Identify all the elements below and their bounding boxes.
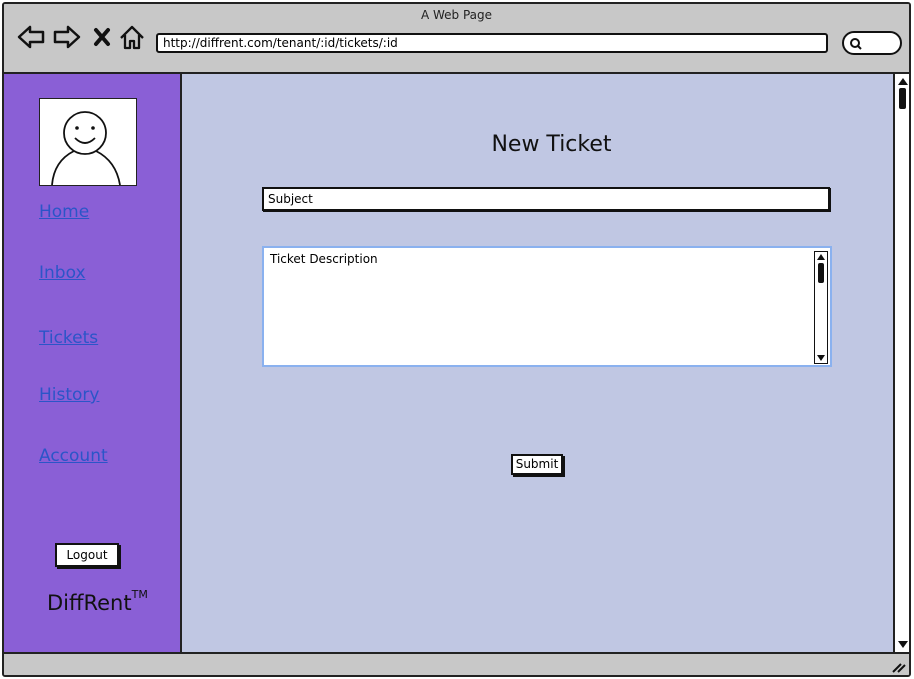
sidebar-item-inbox[interactable]: Inbox xyxy=(39,263,86,283)
back-arrow-icon[interactable] xyxy=(16,22,46,52)
browser-window: A Web Page http://diffrent.com/tenant/:i… xyxy=(2,2,911,677)
brand-logo: DiffRentTM xyxy=(47,588,148,615)
user-avatar-icon xyxy=(39,98,137,186)
status-bar xyxy=(4,652,909,675)
scroll-down-arrow-icon[interactable] xyxy=(817,355,825,361)
browser-toolbar: A Web Page http://diffrent.com/tenant/:i… xyxy=(4,4,909,74)
browser-search-box[interactable] xyxy=(842,31,902,55)
resize-grip-icon[interactable] xyxy=(891,659,907,673)
logout-button[interactable]: Logout xyxy=(55,543,119,567)
sidebar: Home Inbox Tickets History Account Logou… xyxy=(4,74,182,652)
subject-input[interactable]: Subject xyxy=(262,187,830,211)
address-bar[interactable]: http://diffrent.com/tenant/:id/tickets/:… xyxy=(156,33,828,53)
ticket-description-textarea[interactable]: Ticket Description xyxy=(262,246,832,367)
submit-button[interactable]: Submit xyxy=(511,454,563,475)
page-scrollbar[interactable] xyxy=(893,74,909,652)
forward-arrow-icon[interactable] xyxy=(52,22,82,52)
scroll-up-arrow-icon[interactable] xyxy=(817,254,825,260)
sidebar-item-home[interactable]: Home xyxy=(39,202,89,222)
textarea-scrollbar[interactable] xyxy=(814,251,828,364)
trademark-mark: TM xyxy=(131,588,148,601)
sidebar-item-account[interactable]: Account xyxy=(39,446,108,466)
home-icon[interactable] xyxy=(118,22,146,52)
close-icon[interactable] xyxy=(91,22,113,52)
page-scroll-up-arrow-icon[interactable] xyxy=(898,78,908,85)
ticket-description-text: Ticket Description xyxy=(270,252,378,266)
main-content: New Ticket Subject Ticket Description Su… xyxy=(182,74,893,652)
brand-name: DiffRent xyxy=(47,591,132,615)
page-scroll-down-arrow-icon[interactable] xyxy=(898,641,908,648)
scroll-thumb[interactable] xyxy=(818,263,824,283)
page-title: New Ticket xyxy=(491,132,612,157)
sidebar-item-tickets[interactable]: Tickets xyxy=(39,328,98,348)
sidebar-item-history[interactable]: History xyxy=(39,385,99,405)
page-scroll-thumb[interactable] xyxy=(899,88,906,109)
search-icon xyxy=(850,38,862,50)
window-title: A Web Page xyxy=(420,8,493,22)
